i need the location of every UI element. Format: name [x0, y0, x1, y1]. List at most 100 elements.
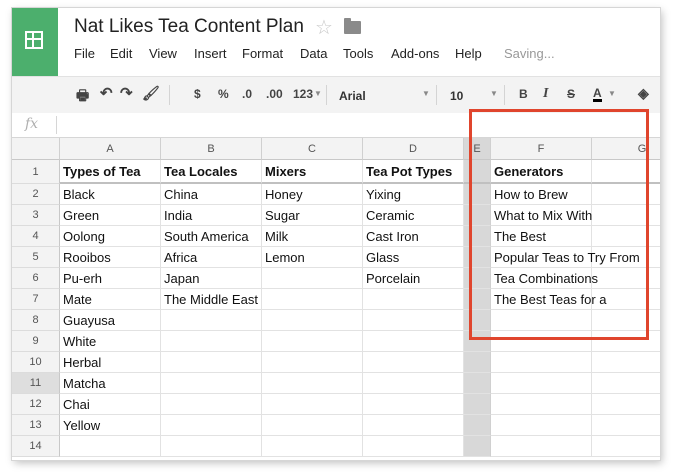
- menu-tools[interactable]: Tools: [343, 46, 373, 61]
- cell-b7[interactable]: The Middle East: [161, 289, 262, 310]
- menu-addons[interactable]: Add-ons: [391, 46, 439, 61]
- redo-icon[interactable]: ↷: [120, 84, 133, 102]
- cell-c6[interactable]: [262, 268, 363, 289]
- cell-b9[interactable]: [161, 331, 262, 352]
- cell-d13[interactable]: [363, 415, 464, 436]
- cell-f10[interactable]: [491, 352, 592, 373]
- cell-e11[interactable]: [464, 373, 491, 394]
- cell-f13[interactable]: [491, 415, 592, 436]
- cell-a11[interactable]: Matcha: [60, 373, 161, 394]
- cell-g10[interactable]: [592, 352, 660, 373]
- menu-edit[interactable]: Edit: [110, 46, 132, 61]
- print-icon[interactable]: 🖶: [76, 85, 89, 109]
- row-header-13[interactable]: 13: [12, 415, 60, 436]
- cell-d9[interactable]: [363, 331, 464, 352]
- cell-c8[interactable]: [262, 310, 363, 331]
- cell-d4[interactable]: Cast Iron: [363, 226, 464, 247]
- row-header-1[interactable]: 1: [12, 160, 60, 184]
- cell-d6[interactable]: Porcelain: [363, 268, 464, 289]
- cell-d8[interactable]: [363, 310, 464, 331]
- fill-color-icon[interactable]: ◈: [638, 85, 649, 102]
- cell-a3[interactable]: Green: [60, 205, 161, 226]
- cell-a13[interactable]: Yellow: [60, 415, 161, 436]
- sheets-logo[interactable]: [12, 8, 58, 76]
- row-header-12[interactable]: 12: [12, 394, 60, 415]
- cell-b4[interactable]: South America: [161, 226, 262, 247]
- menu-insert[interactable]: Insert: [194, 46, 227, 61]
- cell-c1[interactable]: Mixers: [262, 160, 363, 184]
- column-header-d[interactable]: D: [363, 138, 464, 160]
- cell-c11[interactable]: [262, 373, 363, 394]
- cell-d14[interactable]: [363, 436, 464, 457]
- column-header-a[interactable]: A: [60, 138, 161, 160]
- cell-b2[interactable]: China: [161, 184, 262, 205]
- cell-g14[interactable]: [592, 436, 660, 457]
- cell-d1[interactable]: Tea Pot Types: [363, 160, 464, 184]
- cell-c9[interactable]: [262, 331, 363, 352]
- cell-b13[interactable]: [161, 415, 262, 436]
- cell-d11[interactable]: [363, 373, 464, 394]
- cell-b3[interactable]: India: [161, 205, 262, 226]
- cell-d2[interactable]: Yixing: [363, 184, 464, 205]
- strikethrough-button[interactable]: S: [567, 87, 575, 101]
- row-header-7[interactable]: 7: [12, 289, 60, 310]
- menu-view[interactable]: View: [149, 46, 177, 61]
- decrease-decimal-button[interactable]: .0: [242, 87, 252, 101]
- cell-c10[interactable]: [262, 352, 363, 373]
- menu-data[interactable]: Data: [300, 46, 327, 61]
- cell-a10[interactable]: Herbal: [60, 352, 161, 373]
- menu-help[interactable]: Help: [455, 46, 482, 61]
- row-header-8[interactable]: 8: [12, 310, 60, 331]
- menu-file[interactable]: File: [74, 46, 95, 61]
- percent-button[interactable]: %: [218, 87, 229, 101]
- cell-b11[interactable]: [161, 373, 262, 394]
- row-header-4[interactable]: 4: [12, 226, 60, 247]
- cell-f11[interactable]: [491, 373, 592, 394]
- cell-e13[interactable]: [464, 415, 491, 436]
- cell-b12[interactable]: [161, 394, 262, 415]
- cell-a7[interactable]: Mate: [60, 289, 161, 310]
- cell-e10[interactable]: [464, 352, 491, 373]
- cell-c14[interactable]: [262, 436, 363, 457]
- row-header-6[interactable]: 6: [12, 268, 60, 289]
- column-header-c[interactable]: C: [262, 138, 363, 160]
- cell-c12[interactable]: [262, 394, 363, 415]
- row-header-5[interactable]: 5: [12, 247, 60, 268]
- cell-a6[interactable]: Pu-erh: [60, 268, 161, 289]
- cell-c2[interactable]: Honey: [262, 184, 363, 205]
- cell-e14[interactable]: [464, 436, 491, 457]
- cell-b6[interactable]: Japan: [161, 268, 262, 289]
- cell-b8[interactable]: [161, 310, 262, 331]
- cell-g11[interactable]: [592, 373, 660, 394]
- cell-d5[interactable]: Glass: [363, 247, 464, 268]
- text-color-button[interactable]: A: [593, 87, 602, 102]
- cell-a1[interactable]: Types of Tea: [60, 160, 161, 184]
- cell-a2[interactable]: Black: [60, 184, 161, 205]
- cell-b5[interactable]: Africa: [161, 247, 262, 268]
- cell-f14[interactable]: [491, 436, 592, 457]
- cell-d7[interactable]: [363, 289, 464, 310]
- cell-c5[interactable]: Lemon: [262, 247, 363, 268]
- row-header-10[interactable]: 10: [12, 352, 60, 373]
- cell-d10[interactable]: [363, 352, 464, 373]
- column-header-b[interactable]: B: [161, 138, 262, 160]
- cell-d12[interactable]: [363, 394, 464, 415]
- cell-a9[interactable]: White: [60, 331, 161, 352]
- undo-icon[interactable]: ↶: [100, 84, 113, 102]
- cell-c4[interactable]: Milk: [262, 226, 363, 247]
- row-header-14[interactable]: 14: [12, 436, 60, 457]
- folder-icon[interactable]: [344, 18, 361, 34]
- cell-b10[interactable]: [161, 352, 262, 373]
- paint-format-icon[interactable]: 🖌: [142, 85, 160, 102]
- font-size-select[interactable]: 10: [450, 89, 463, 103]
- row-header-11[interactable]: 11: [12, 373, 60, 394]
- increase-decimal-button[interactable]: .00: [266, 87, 283, 101]
- star-icon[interactable]: ☆: [315, 15, 333, 40]
- cell-b14[interactable]: [161, 436, 262, 457]
- cell-a5[interactable]: Rooibos: [60, 247, 161, 268]
- cell-a12[interactable]: Chai: [60, 394, 161, 415]
- italic-button[interactable]: I: [543, 86, 548, 102]
- cell-a8[interactable]: Guayusa: [60, 310, 161, 331]
- cell-d3[interactable]: Ceramic: [363, 205, 464, 226]
- cell-c3[interactable]: Sugar: [262, 205, 363, 226]
